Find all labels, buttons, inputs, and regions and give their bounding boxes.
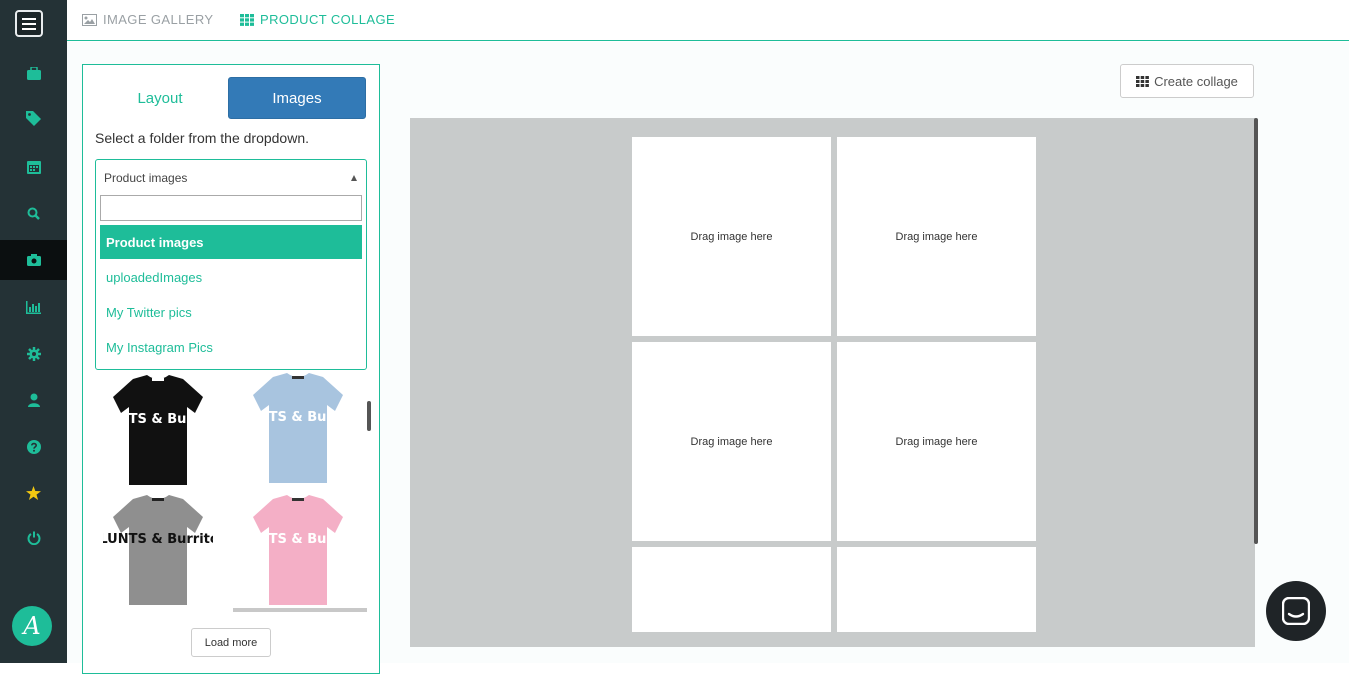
- collage-canvas: Drag image here Drag image here Drag ima…: [410, 118, 1255, 647]
- folder-instruction: Select a folder from the dropdown.: [95, 130, 310, 146]
- image-icon: [82, 13, 97, 26]
- tee-print-text: BLUNTS & Burritos: [103, 532, 213, 547]
- image-picker-panel: Layout Images Select a folder from the d…: [82, 64, 380, 674]
- search-icon[interactable]: [0, 193, 67, 233]
- brand-logo[interactable]: A: [12, 606, 52, 646]
- user-icon[interactable]: [0, 380, 67, 420]
- folder-option[interactable]: uploadedImages: [100, 260, 362, 294]
- tags-icon[interactable]: [0, 98, 67, 138]
- calendar-icon[interactable]: [0, 146, 67, 186]
- hamburger-menu-button[interactable]: [15, 10, 43, 37]
- bar-chart-icon[interactable]: [0, 287, 67, 327]
- tee-print-text: BLUNTS & Burritos: [103, 412, 213, 427]
- folder-select[interactable]: Product images Product images uploadedIm…: [95, 159, 367, 370]
- collage-drop-cell[interactable]: [837, 547, 1036, 632]
- grid-icon: [1136, 75, 1149, 87]
- gear-icon[interactable]: [0, 334, 67, 374]
- product-thumbnail[interactable]: BLUNTS & Burritos: [243, 493, 353, 605]
- collage-drop-cell[interactable]: Drag image here: [632, 137, 831, 336]
- star-icon[interactable]: [0, 473, 67, 513]
- tee-print-text: BLUNTS & Burritos: [243, 532, 353, 547]
- chevron-up-icon: [351, 175, 357, 181]
- folder-option[interactable]: My Twitter pics: [100, 295, 362, 329]
- grid-icon: [240, 13, 254, 26]
- top-tab-bar: IMAGE GALLERY PRODUCT COLLAGE: [67, 0, 1349, 41]
- app-sidebar: A: [0, 0, 67, 663]
- image-thumbnail-grid: BLUNTS & Burritos BLUNTS & Burritos BLUN…: [95, 371, 369, 611]
- collage-drop-cell[interactable]: [632, 547, 831, 632]
- create-collage-label: Create collage: [1154, 73, 1238, 89]
- layout-tab-button[interactable]: Layout: [91, 77, 229, 119]
- chat-launcher-button[interactable]: [1266, 581, 1326, 641]
- create-collage-button[interactable]: Create collage: [1120, 64, 1254, 98]
- power-icon[interactable]: [0, 518, 67, 558]
- collage-drop-cell[interactable]: Drag image here: [837, 342, 1036, 541]
- product-thumbnail[interactable]: BLUNTS & Burritos: [103, 493, 213, 605]
- briefcase-icon[interactable]: [0, 53, 67, 93]
- tab-image-gallery-label: IMAGE GALLERY: [103, 12, 214, 27]
- load-more-button[interactable]: Load more: [191, 628, 271, 657]
- folder-select-value: Product images: [104, 171, 188, 185]
- folder-option[interactable]: My Instagram Pics: [100, 330, 362, 364]
- product-thumbnail[interactable]: BLUNTS & Burritos: [243, 371, 353, 483]
- images-tab-button[interactable]: Images: [228, 77, 366, 119]
- camera-icon[interactable]: [0, 240, 67, 280]
- canvas-scrollbar[interactable]: [1254, 118, 1258, 544]
- collage-drop-cell[interactable]: Drag image here: [837, 137, 1036, 336]
- thumbnail-horizontal-scrollbar[interactable]: [233, 608, 367, 612]
- tab-product-collage[interactable]: PRODUCT COLLAGE: [240, 12, 395, 27]
- thumbnail-scrollbar[interactable]: [367, 401, 371, 431]
- help-icon[interactable]: [0, 427, 67, 467]
- product-thumbnail[interactable]: BLUNTS & Burritos: [103, 373, 213, 485]
- chat-icon: [1282, 597, 1310, 625]
- folder-option[interactable]: Product images: [100, 225, 362, 259]
- tab-product-collage-label: PRODUCT COLLAGE: [260, 12, 396, 27]
- collage-drop-cell[interactable]: Drag image here: [632, 342, 831, 541]
- tee-print-text: BLUNTS & Burritos: [243, 410, 353, 425]
- folder-search-input[interactable]: [100, 195, 362, 221]
- tab-image-gallery[interactable]: IMAGE GALLERY: [82, 12, 213, 27]
